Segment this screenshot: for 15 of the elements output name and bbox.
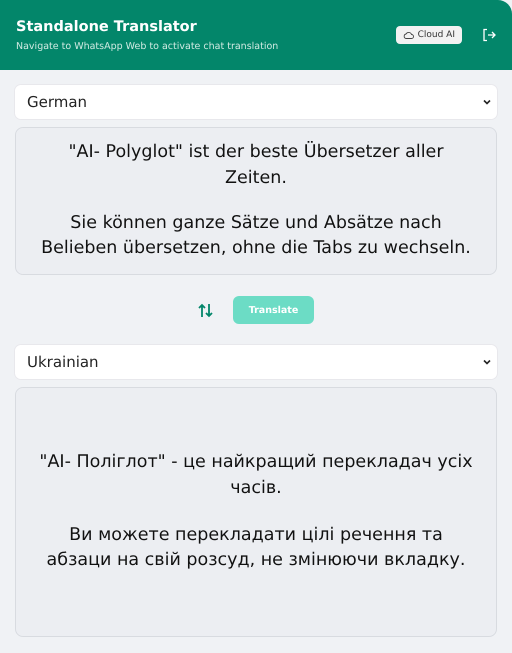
app-subtitle: Navigate to WhatsApp Web to activate chat translation <box>16 40 280 52</box>
source-language-select[interactable]: German <box>15 85 497 119</box>
text-paragraph: "AI- Polyglot" ist der beste Übersetzer aller Zeiten. <box>67 140 445 190</box>
chevron-down-icon <box>483 359 491 365</box>
swap-icon[interactable] <box>198 302 213 318</box>
text-paragraph: "AI- Поліглот" - це найкращий перекладач усіх часів. <box>38 451 474 500</box>
text-paragraph: Sie können ganze Sätze und Absätze nach Belieben übersetzen, ohne die Tabs zu wechseln. <box>40 212 472 260</box>
target-language-select[interactable]: Ukrainian <box>15 345 497 379</box>
logout-icon[interactable] <box>482 28 496 42</box>
source-text-field[interactable]: "AI- Polyglot" ist der beste Übersetzer aller Zeiten. Sie können ganze Sätze und Absätze nach Belieben übersetzen, ohne die Tabs zu wechseln. <box>15 127 497 275</box>
app-title: Standalone Translator <box>16 18 198 34</box>
cloud-icon <box>402 31 414 39</box>
cloud-ai-button[interactable]: Cloud AI <box>396 26 462 44</box>
text-paragraph: Ви можете перекладати цілі речення та абзаци на свій розсуд, не змінюючи вкладку. <box>46 524 466 572</box>
chevron-down-icon <box>483 99 491 105</box>
